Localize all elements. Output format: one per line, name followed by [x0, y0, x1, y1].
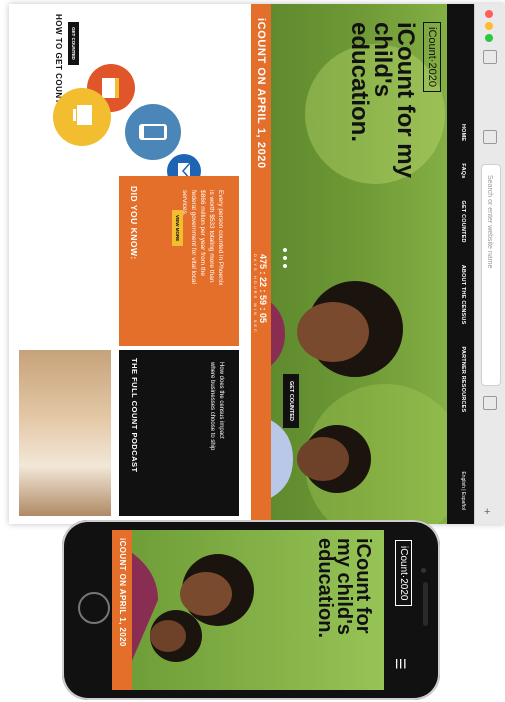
sidebar-icon[interactable]: [483, 50, 497, 64]
address-bar[interactable]: Search or enter website name: [481, 164, 501, 386]
mobile-banner-text: iCOUNT ON APRIL 1, 2020: [118, 538, 127, 647]
phone-screen: iCount·2020 ☰ iCount for my child's educ…: [112, 530, 418, 690]
language-switcher[interactable]: English | Español: [460, 471, 466, 510]
nav-menu: HOME FAQs GET COUNTED ABOUT THE CENSUS P…: [460, 124, 466, 412]
nav-about-census[interactable]: ABOUT THE CENSUS: [460, 265, 466, 325]
front-camera: [421, 568, 426, 573]
carousel-dots[interactable]: [283, 248, 287, 268]
nav-faqs[interactable]: FAQs: [460, 163, 466, 178]
mobile-logo[interactable]: iCount·2020: [395, 540, 412, 607]
podcast-photo: [19, 350, 111, 516]
did-you-know-title: DID YOU KNOW:: [129, 186, 139, 260]
nav-home[interactable]: HOME: [460, 124, 466, 141]
new-tab-icon[interactable]: +: [484, 506, 490, 518]
address-placeholder: Search or enter website name: [486, 175, 493, 269]
podcast-card: THE FULL COUNT PODCAST How does the cens…: [119, 350, 239, 516]
site-logo[interactable]: iCount·2020: [423, 22, 441, 92]
site-navbar: HOME FAQs GET COUNTED ABOUT THE CENSUS P…: [447, 4, 475, 524]
hamburger-icon[interactable]: ☰: [392, 658, 408, 670]
did-you-know-card: DID YOU KNOW: Every person counted in Ph…: [119, 176, 239, 346]
podcast-title: THE FULL COUNT PODCAST: [130, 358, 139, 473]
minimize-window-icon[interactable]: [485, 22, 493, 30]
podcast-text: How does the census impact where busines…: [209, 362, 224, 451]
browser-toolbar: Search or enter website name +: [474, 4, 505, 524]
mobile-family-image: [128, 550, 254, 670]
computer-icon: [53, 88, 111, 146]
did-you-know-text: Every person counted in Phoenix is worth…: [181, 190, 224, 286]
view-more-button[interactable]: VIEW MORE: [172, 210, 183, 247]
nav-partner-resources[interactable]: PARTNER RESOURCES: [460, 346, 466, 412]
smartphone-mockup: iCount·2020 ☰ iCount for my child's educ…: [62, 520, 440, 700]
website-viewport: HOME FAQs GET COUNTED ABOUT THE CENSUS P…: [9, 4, 475, 524]
countdown-timer: 475 : 22 : 59 : 05: [258, 254, 268, 324]
smartphone-icon: [125, 104, 181, 160]
hero-get-counted-button[interactable]: GET COUNTED: [283, 374, 299, 429]
mobile-navbar: iCount·2020 ☰: [384, 530, 418, 690]
nav-get-counted[interactable]: GET COUNTED: [460, 200, 466, 242]
how-get-counted-button[interactable]: GET COUNTED: [68, 22, 79, 65]
info-section: HOW TO GET COUNTED GET COUNTED DID YOU K…: [9, 4, 251, 524]
refresh-icon[interactable]: [483, 396, 497, 410]
close-window-icon[interactable]: [485, 10, 493, 18]
desktop-browser-mockup: HOME FAQs GET COUNTED ABOUT THE CENSUS P…: [9, 4, 505, 524]
hero-section: HOME FAQs GET COUNTED ABOUT THE CENSUS P…: [271, 4, 475, 524]
census-date-banner: iCOUNT ON APRIL 1, 2020 475 : 22 : 59 : …: [251, 4, 271, 524]
mobile-banner: iCOUNT ON APRIL 1, 2020: [112, 530, 132, 690]
mobile-headline: iCount for my child's education.: [314, 538, 374, 639]
back-forward-icon[interactable]: [483, 130, 497, 144]
maximize-window-icon[interactable]: [485, 34, 493, 42]
countdown-labels: DAYS HOURS MIN SEC: [253, 254, 258, 334]
hero-headline: iCount for my child's education.: [346, 22, 419, 178]
home-button[interactable]: [78, 592, 110, 624]
banner-text: iCOUNT ON APRIL 1, 2020: [255, 18, 267, 169]
phone-speaker: [423, 582, 428, 626]
